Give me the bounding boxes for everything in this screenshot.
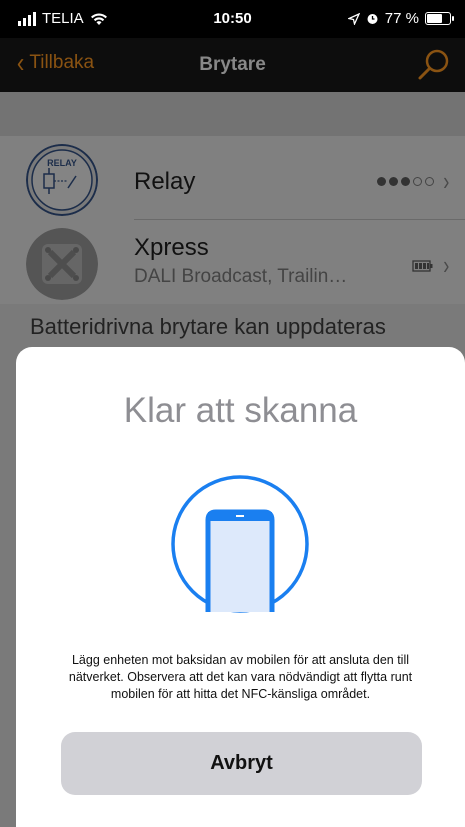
cancel-button[interactable]: Avbryt [61, 732, 422, 795]
xpress-device-icon [26, 228, 98, 300]
relay-logo-icon: RELAY [26, 144, 98, 216]
battery-icon [412, 259, 433, 272]
chevron-right-icon: › [443, 166, 450, 196]
chevron-right-icon: › [443, 250, 450, 280]
signal-dot [413, 177, 423, 186]
signal-dot [377, 177, 387, 186]
row-accessory: › [412, 250, 451, 281]
battery-percent: 77 % [384, 10, 419, 27]
signal-dot [389, 177, 399, 186]
list-footer: Batteridrivna brytare kan uppdateras [30, 314, 386, 339]
search-icon[interactable] [417, 48, 451, 82]
sheet-message: Lägg enheten mot baksidan av mobilen för… [68, 653, 413, 701]
signal-dot [401, 177, 411, 186]
location-arrow-icon [347, 12, 360, 25]
device-list: RELAY Relay › Xpress DALI Broadcast, Tra… [0, 136, 465, 304]
section-spacer [0, 92, 465, 136]
relay-logo-text: RELAY [47, 158, 77, 168]
list-item-relay[interactable]: RELAY Relay › [0, 136, 465, 220]
row-accessory: › [377, 166, 451, 197]
alarm-icon [367, 14, 378, 24]
signal-dot [425, 177, 435, 186]
status-bar: TELIA 10:50 77 % [0, 0, 465, 38]
list-item-subtitle: DALI Broadcast, Trailin… [134, 266, 348, 287]
list-item-xpress[interactable]: Xpress DALI Broadcast, Trailin… › [0, 220, 465, 304]
navigation-bar: ‹ Tillbaka Brytare [0, 38, 465, 92]
sheet-title: Klar att skanna [123, 391, 358, 430]
signal-strength-indicator [377, 177, 435, 186]
phone-scan-icon [171, 475, 309, 613]
list-item-title: Xpress [134, 234, 209, 261]
nfc-scan-sheet: Klar att skanna Lägg enheten mot baksida… [16, 347, 465, 827]
status-right: 77 % [347, 10, 454, 27]
list-item-title: Relay [134, 168, 196, 195]
battery-icon [425, 12, 454, 25]
page-title: Brytare [199, 54, 266, 75]
